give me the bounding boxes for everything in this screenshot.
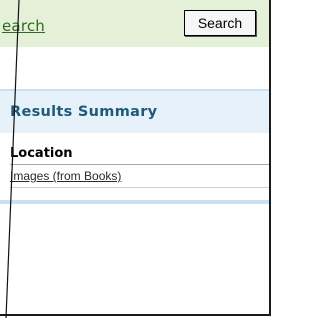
search-button[interactable]: Search xyxy=(184,10,256,36)
search-bar: earch Search xyxy=(0,0,269,47)
page-frame: earch Search Results Summary Location Im… xyxy=(0,0,271,316)
result-row-link[interactable]: Images (from Books) xyxy=(10,169,121,183)
header-divider xyxy=(10,164,269,165)
results-summary-header: Results Summary xyxy=(0,91,269,133)
row-divider xyxy=(10,187,269,188)
location-column-header: Location xyxy=(10,146,73,161)
results-footer-bar xyxy=(0,200,269,204)
advanced-search-link[interactable]: earch xyxy=(2,17,45,35)
results-summary-panel: Results Summary Location Images (from Bo… xyxy=(0,89,269,242)
results-summary-title: Results Summary xyxy=(10,104,158,120)
